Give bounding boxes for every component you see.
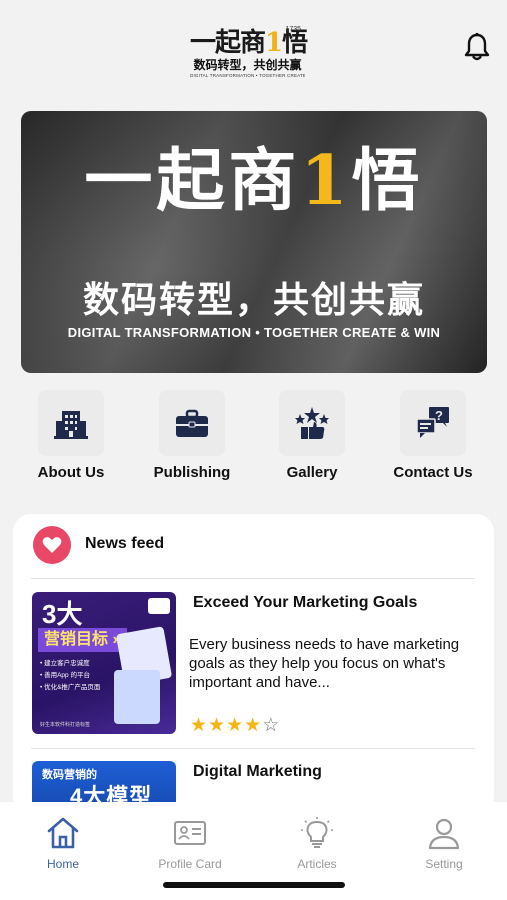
star-filled-icon: ★ bbox=[244, 715, 263, 736]
building-icon bbox=[54, 411, 88, 439]
article-title[interactable]: Digital Marketing bbox=[193, 763, 322, 781]
quick-link-gallery[interactable]: Gallery bbox=[257, 390, 367, 490]
tab-setting[interactable]: Setting bbox=[389, 816, 499, 871]
svg-text:?: ? bbox=[435, 408, 443, 423]
thumbnail-line: • 优化&推广产品页面 bbox=[40, 684, 101, 691]
thumbnail-footer: 好生本软件科打造标签 bbox=[40, 722, 91, 728]
chat-question-icon: ? bbox=[416, 407, 449, 438]
tab-label: Articles bbox=[297, 857, 337, 871]
quick-link-contact-us[interactable]: ? Contact Us bbox=[378, 390, 488, 490]
id-card-icon bbox=[174, 821, 206, 845]
app-header: 一起商1悟 1735 数码转型，共创共赢 DIGITAL TRANSFORMAT… bbox=[0, 0, 507, 98]
star-filled-icon: ★ bbox=[208, 715, 227, 736]
star-filled-icon: ★ bbox=[226, 715, 245, 736]
quick-link-about-us[interactable]: About Us bbox=[16, 390, 126, 490]
quick-link-label: Contact Us bbox=[393, 464, 473, 481]
banner-english-tagline: DIGITAL TRANSFORMATION • TOGETHER CREATE… bbox=[67, 325, 441, 340]
home-icon bbox=[47, 817, 79, 849]
hero-banner[interactable]: 一起商1悟 数码转型，共创共赢 DIGITAL TRANSFORMATION •… bbox=[21, 111, 487, 373]
quick-link-label: Publishing bbox=[153, 464, 231, 481]
stars-award-icon bbox=[295, 407, 329, 439]
logo-tagline: DIGITAL TRANSFORMATION • TOGETHER CREATE… bbox=[190, 73, 305, 78]
lightbulb-icon bbox=[301, 817, 333, 848]
thumbnail-heading: 3大 bbox=[42, 599, 83, 629]
banner-title: 一起商1悟 bbox=[84, 141, 424, 221]
thumbnail-banner: 营销目标 » bbox=[38, 628, 128, 652]
thumbnail-line: • 善用App 的平台 bbox=[40, 672, 90, 679]
phone-illustration bbox=[114, 670, 160, 724]
article-title[interactable]: Exceed Your Marketing Goals bbox=[193, 594, 417, 612]
publisher-badge bbox=[148, 598, 170, 614]
quick-link-label: Gallery bbox=[286, 464, 338, 481]
tab-articles[interactable]: Articles bbox=[262, 816, 372, 871]
divider bbox=[31, 578, 475, 579]
heart-icon bbox=[42, 537, 62, 553]
heart-badge bbox=[33, 526, 71, 564]
quick-link-label: About Us bbox=[37, 464, 105, 481]
logo-slogan: 数码转型，共创共赢 bbox=[193, 58, 302, 72]
user-icon bbox=[428, 818, 460, 850]
thumbnail-line: • 建立客户忠诚度 bbox=[40, 660, 90, 667]
divider bbox=[31, 748, 475, 749]
article-rating: ★★★★☆ bbox=[190, 714, 280, 737]
tab-label: Profile Card bbox=[158, 857, 222, 871]
article-thumbnail[interactable]: 3大 营销目标 » • 建立客户忠诚度 • 善用App 的平台 • 优化&推广产… bbox=[32, 592, 176, 734]
news-feed-title: News feed bbox=[85, 535, 165, 552]
tab-home[interactable]: Home bbox=[8, 816, 118, 871]
star-filled-icon: ★ bbox=[190, 715, 209, 736]
tab-label: Home bbox=[46, 857, 79, 871]
logo-number: 1735 bbox=[285, 26, 301, 33]
briefcase-icon bbox=[176, 409, 208, 437]
star-empty-icon: ☆ bbox=[262, 715, 281, 736]
article-excerpt: Every business needs to have marketing g… bbox=[189, 636, 460, 691]
bell-icon bbox=[464, 32, 490, 61]
news-feed-card: News feed 3大 营销目标 » • 建立客户忠诚度 • 善用App 的平… bbox=[13, 514, 494, 814]
tab-profile-card[interactable]: Profile Card bbox=[135, 816, 245, 871]
thumbnail-list: • 建立客户忠诚度 • 善用App 的平台 • 优化&推广产品页面 bbox=[40, 658, 100, 694]
banner-subtitle: 数码转型，共创共赢 bbox=[82, 279, 425, 320]
brand-logo: 一起商1悟 1735 数码转型，共创共赢 DIGITAL TRANSFORMAT… bbox=[190, 26, 308, 86]
tab-label: Setting bbox=[425, 857, 463, 871]
home-indicator bbox=[163, 882, 345, 888]
quick-link-publishing[interactable]: Publishing bbox=[137, 390, 247, 490]
notifications-button[interactable] bbox=[463, 32, 491, 62]
